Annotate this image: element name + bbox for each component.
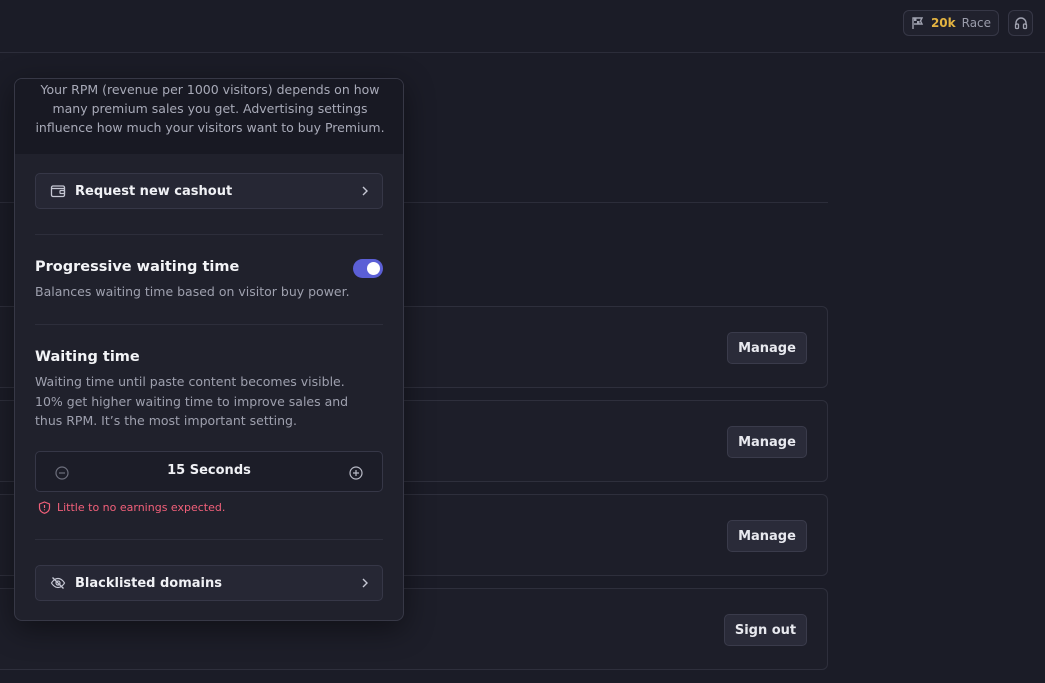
rpm-intro-text: Your RPM (revenue per 1000 visitors) dep… [15, 79, 403, 154]
chevron-right-icon [360, 185, 370, 201]
chevron-right-icon [360, 577, 370, 593]
manage-button[interactable]: Manage [727, 332, 807, 364]
progressive-waiting-toggle[interactable] [353, 259, 383, 278]
support-button[interactable] [1008, 10, 1033, 36]
waiting-time-value: 15 Seconds [167, 463, 251, 478]
plus-circle-icon[interactable] [349, 465, 363, 484]
progressive-waiting-title: Progressive waiting time [35, 259, 240, 275]
waiting-time-title: Waiting time [35, 349, 140, 365]
sign-out-button[interactable]: Sign out [724, 614, 807, 646]
earnings-warning: Little to no earnings expected. [38, 501, 225, 514]
wallet-icon [50, 183, 66, 199]
race-amount: 20k [930, 16, 956, 30]
blacklisted-domains-button[interactable]: Blacklisted domains [35, 565, 383, 601]
race-label: Race [961, 16, 992, 30]
waiting-time-description: Waiting time until paste content becomes… [35, 374, 349, 428]
headphones-icon [1014, 16, 1028, 30]
progressive-waiting-description: Balances waiting time based on visitor b… [35, 284, 350, 299]
eye-off-icon [50, 575, 66, 591]
divider [35, 234, 383, 235]
toggle-knob [367, 262, 380, 275]
request-cashout-button[interactable]: Request new cashout [35, 173, 383, 209]
manage-button[interactable]: Manage [727, 520, 807, 552]
blacklisted-domains-label: Blacklisted domains [75, 575, 223, 591]
request-cashout-label: Request new cashout [75, 183, 233, 199]
top-bar: 20k Race [0, 0, 1045, 53]
divider [35, 539, 383, 540]
earnings-warning-text: Little to no earnings expected. [57, 501, 226, 514]
race-button[interactable]: 20k Race [903, 10, 999, 36]
shield-alert-icon [38, 501, 51, 514]
manage-button[interactable]: Manage [727, 426, 807, 458]
monetization-popover: Your RPM (revenue per 1000 visitors) dep… [14, 78, 404, 621]
divider [35, 324, 383, 325]
flag-icon [911, 16, 925, 30]
waiting-time-stepper: 15 Seconds [35, 451, 383, 492]
